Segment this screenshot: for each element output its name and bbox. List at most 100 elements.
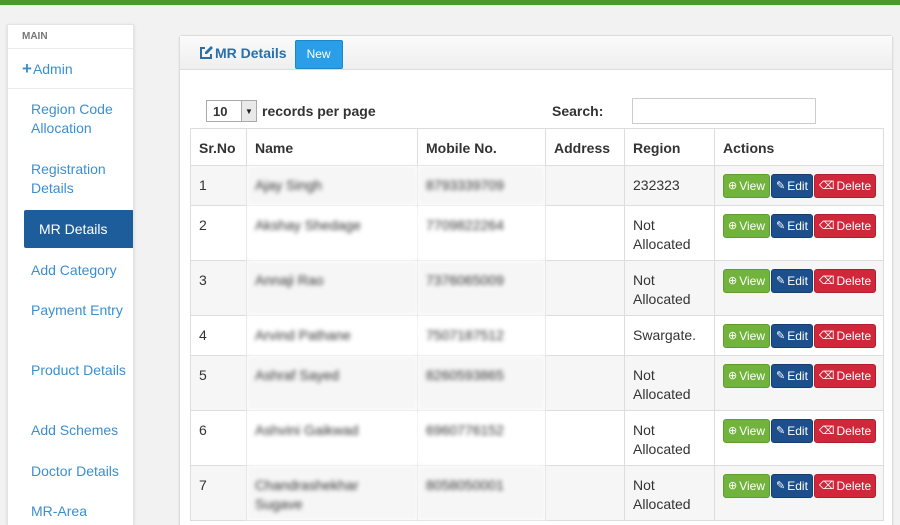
sidebar-admin[interactable]: + Admin (8, 49, 133, 89)
cell-region: Swargate. (624, 315, 715, 356)
table-header-row: Sr.No Name Mobile No. Address Region Act… (190, 128, 884, 166)
zoom-in-icon: ⊕ (728, 274, 738, 287)
trash-icon: ⌫ (818, 424, 835, 437)
view-label: View (739, 368, 766, 383)
edit-square-icon: ✎ (776, 369, 786, 382)
header-address[interactable]: Address (545, 128, 625, 166)
delete-button[interactable]: ⌫ Delete (813, 364, 877, 388)
new-button[interactable]: New (294, 40, 343, 69)
delete-button[interactable]: ⌫ Delete (813, 324, 877, 348)
cell-address (545, 355, 625, 411)
sidebar-item-mr-details[interactable]: MR Details (24, 210, 133, 248)
cell-mobile: 8260593865 (417, 355, 546, 411)
cell-mobile: 8793339709 (417, 165, 546, 206)
table-row: 7 Chandrashekhar Sugave 8058050001 Not A… (190, 465, 884, 521)
view-label: View (739, 218, 766, 233)
delete-button[interactable]: ⌫ Delete (813, 419, 877, 443)
view-button[interactable]: ⊕ View (723, 474, 771, 498)
sidebar-item-payment-entry[interactable]: Payment Entry (31, 301, 131, 320)
table-row: 3 Annaji Rao 7376065009 Not Allocated ⊕ V… (190, 260, 884, 316)
view-button[interactable]: ⊕ View (723, 364, 771, 388)
edit-label: Edit (787, 368, 808, 383)
edit-square-icon (198, 45, 214, 61)
cell-name: Arvind Pathane (246, 315, 418, 356)
header-name[interactable]: Name (246, 128, 418, 166)
table-row: 6 Ashvini Gaikwad 6960776152 Not Allocat… (190, 410, 884, 466)
sidebar-item-registration-details[interactable]: Registration Details (31, 160, 131, 198)
trash-icon: ⌫ (818, 369, 835, 382)
cell-sr: 6 (190, 410, 247, 466)
page-size-value: 10 (213, 103, 228, 119)
delete-label: Delete (836, 423, 872, 438)
top-accent-bar (0, 0, 900, 5)
cell-address (545, 465, 625, 521)
cell-region: Not Allocated (624, 205, 715, 261)
sidebar-item-add-schemes[interactable]: Add Schemes (31, 421, 131, 440)
edit-button[interactable]: ✎ Edit (771, 364, 813, 388)
cell-region: Not Allocated (624, 465, 715, 521)
cell-address (545, 260, 625, 316)
cell-mobile: 7709822264 (417, 205, 546, 261)
table-controls: 10 ▼ records per page Search: (206, 98, 816, 124)
view-label: View (739, 178, 766, 193)
zoom-in-icon: ⊕ (728, 424, 738, 437)
sidebar-item-mr-area[interactable]: MR-Area (31, 502, 131, 521)
view-button[interactable]: ⊕ View (723, 174, 771, 198)
edit-square-icon: ✎ (776, 329, 786, 342)
sidebar: MAIN + Admin Region Code Allocation Regi… (7, 24, 134, 525)
sidebar-item-region-code-allocation[interactable]: Region Code Allocation (31, 100, 131, 138)
delete-label: Delete (836, 273, 872, 288)
cell-actions: ⊕ View ✎ Edit ⌫ Delete (714, 165, 884, 206)
view-button[interactable]: ⊕ View (723, 269, 771, 293)
edit-button[interactable]: ✎ Edit (771, 174, 813, 198)
cell-actions: ⊕ View ✎ Edit ⌫ Delete (714, 410, 884, 466)
cell-actions: ⊕ View ✎ Edit ⌫ Delete (714, 205, 884, 261)
chevron-down-icon: ▼ (241, 101, 256, 121)
header-region[interactable]: Region (624, 128, 715, 166)
view-button[interactable]: ⊕ View (723, 214, 771, 238)
header-sr-no[interactable]: Sr.No (190, 128, 247, 166)
search-input[interactable] (632, 98, 816, 124)
edit-label: Edit (787, 423, 808, 438)
delete-label: Delete (836, 478, 872, 493)
edit-button[interactable]: ✎ Edit (771, 214, 813, 238)
cell-region: Not Allocated (624, 260, 715, 316)
view-button[interactable]: ⊕ View (723, 324, 771, 348)
cell-name: Chandrashekhar Sugave (246, 465, 418, 521)
panel-title-text: MR Details (215, 44, 287, 61)
delete-button[interactable]: ⌫ Delete (813, 174, 877, 198)
view-label: View (739, 328, 766, 343)
cell-address (545, 205, 625, 261)
delete-button[interactable]: ⌫ Delete (813, 214, 877, 238)
cell-region: Not Allocated (624, 355, 715, 411)
delete-button[interactable]: ⌫ Delete (813, 474, 877, 498)
sidebar-item-add-category[interactable]: Add Category (31, 261, 131, 280)
edit-square-icon: ✎ (776, 219, 786, 232)
delete-button[interactable]: ⌫ Delete (813, 269, 877, 293)
page-size-select[interactable]: 10 ▼ (206, 100, 257, 122)
edit-square-icon: ✎ (776, 479, 786, 492)
cell-actions: ⊕ View ✎ Edit ⌫ Delete (714, 260, 884, 316)
edit-label: Edit (787, 178, 808, 193)
cell-name: Ashraf Sayed (246, 355, 418, 411)
cell-mobile: 7507187512 (417, 315, 546, 356)
sidebar-heading: MAIN (8, 25, 133, 49)
table-row: 5 Ashraf Sayed 8260593865 Not Allocated … (190, 355, 884, 411)
delete-label: Delete (836, 178, 872, 193)
edit-button[interactable]: ✎ Edit (771, 474, 813, 498)
edit-button[interactable]: ✎ Edit (771, 419, 813, 443)
sidebar-admin-label: Admin (32, 60, 73, 77)
sidebar-item-doctor-details[interactable]: Doctor Details (31, 462, 131, 481)
delete-label: Delete (836, 368, 872, 383)
trash-icon: ⌫ (818, 274, 835, 287)
cell-sr: 3 (190, 260, 247, 316)
cell-mobile: 8058050001 (417, 465, 546, 521)
sidebar-item-product-details[interactable]: Product Details (31, 361, 131, 380)
trash-icon: ⌫ (818, 329, 835, 342)
records-per-page-label: records per page (262, 103, 376, 119)
edit-button[interactable]: ✎ Edit (771, 324, 813, 348)
view-button[interactable]: ⊕ View (723, 419, 771, 443)
edit-button[interactable]: ✎ Edit (771, 269, 813, 293)
cell-sr: 5 (190, 355, 247, 411)
header-mobile[interactable]: Mobile No. (417, 128, 546, 166)
